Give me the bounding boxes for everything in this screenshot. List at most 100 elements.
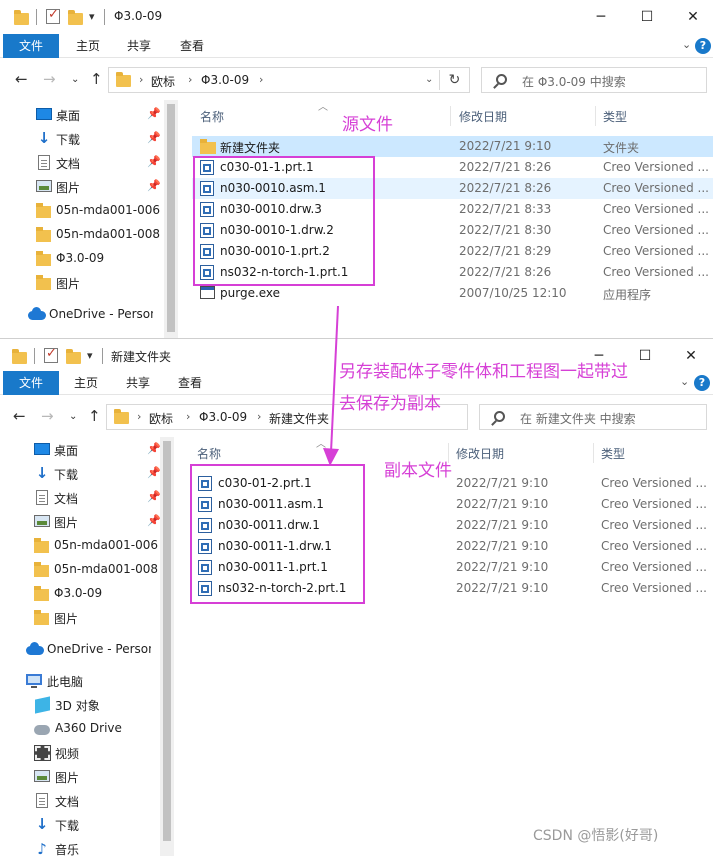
pictures-icon: [36, 180, 52, 192]
up-arrow-icon[interactable]: ↑: [88, 407, 101, 425]
tab-share[interactable]: 共享: [118, 371, 158, 395]
tab-view[interactable]: 查看: [172, 34, 212, 58]
up-arrow-icon[interactable]: ↑: [90, 70, 103, 88]
back-arrow-icon[interactable]: ←: [13, 407, 26, 425]
nav-item-documents[interactable]: 文档 📌: [0, 151, 164, 175]
nav-item-this-pc[interactable]: 此电脑: [0, 669, 164, 693]
nav-item-downloads[interactable]: ↓ 下载: [0, 813, 164, 837]
nav-item-pictures[interactable]: 图片: [0, 765, 164, 789]
nav-item-onedrive[interactable]: OneDrive - Persona: [0, 638, 164, 662]
column-header-name[interactable]: 名称: [200, 108, 224, 125]
nav-item-folder[interactable]: 05n-mda001-008r: [0, 223, 164, 247]
nav-item-label: 音乐: [55, 843, 80, 856]
column-header-type[interactable]: 类型: [603, 108, 627, 125]
tab-home[interactable]: 主页: [66, 371, 106, 395]
tab-home[interactable]: 主页: [68, 34, 108, 58]
forward-arrow-icon[interactable]: →: [41, 407, 54, 425]
customize-toolbar-icon[interactable]: ▾: [89, 10, 95, 23]
recent-locations-icon[interactable]: ⌄: [69, 411, 77, 422]
breadcrumb-item[interactable]: 欧标: [151, 73, 175, 90]
nav-item-documents[interactable]: 文档: [0, 789, 164, 813]
folder-icon: [12, 348, 28, 364]
tab-file[interactable]: 文件: [3, 371, 59, 395]
folder-icon: [36, 275, 51, 290]
nav-item-desktop[interactable]: 桌面 📌: [0, 103, 164, 127]
file-type: Creo Versioned ...: [601, 476, 707, 490]
column-divider[interactable]: [450, 106, 451, 126]
nav-item-folder[interactable]: 05n-mda001-006r: [0, 534, 164, 558]
help-icon[interactable]: ?: [694, 375, 710, 391]
breadcrumb-separator: ›: [188, 73, 193, 86]
column-divider[interactable]: [593, 443, 594, 463]
pin-icon: 📌: [147, 179, 161, 192]
column-header-date[interactable]: 修改日期: [459, 108, 507, 125]
nav-item-documents[interactable]: 文档 📌: [0, 486, 164, 510]
nav-item-desktop[interactable]: 桌面 📌: [0, 438, 164, 462]
nav-item-music[interactable]: ♪ 音乐: [0, 837, 164, 856]
nav-item-label: A360 Drive: [55, 721, 122, 735]
back-arrow-icon[interactable]: ←: [15, 70, 28, 88]
nav-item-3d-objects[interactable]: 3D 对象: [0, 693, 164, 717]
customize-toolbar-icon[interactable]: ▾: [87, 349, 93, 362]
nav-item-pictures[interactable]: 图片 📌: [0, 175, 164, 199]
nav-item-folder[interactable]: 05n-mda001-006r: [0, 199, 164, 223]
file-date: 2022/7/21 8:30: [459, 223, 552, 237]
address-bar[interactable]: › 欧标 › Φ3.0-09 › ⌄ ↻: [108, 67, 470, 93]
breadcrumb-item[interactable]: Φ3.0-09: [199, 410, 247, 424]
nav-item-downloads[interactable]: ↓ 下载 📌: [0, 462, 164, 486]
new-folder-icon[interactable]: [68, 9, 84, 25]
nav-item-downloads[interactable]: ↓ 下载 📌: [0, 127, 164, 151]
nav-item-folder[interactable]: 图片: [0, 271, 164, 295]
file-type: 应用程序: [603, 288, 652, 302]
properties-icon[interactable]: [44, 346, 60, 364]
expand-ribbon-icon[interactable]: ⌄: [680, 375, 689, 388]
new-folder-icon[interactable]: [66, 348, 82, 364]
maximize-button[interactable]: ☐: [622, 339, 668, 373]
column-header-type[interactable]: 类型: [601, 445, 625, 462]
column-header-name[interactable]: 名称: [197, 445, 221, 462]
column-header-date[interactable]: 修改日期: [456, 445, 504, 462]
search-box[interactable]: 在 新建文件夹 中搜索: [479, 404, 707, 430]
nav-item-label: 05n-mda001-006r: [54, 538, 158, 552]
nav-item-pictures[interactable]: 图片 📌: [0, 510, 164, 534]
expand-ribbon-icon[interactable]: ⌄: [682, 38, 691, 51]
nav-item-onedrive[interactable]: OneDrive - Persona: [0, 303, 164, 327]
recent-locations-icon[interactable]: ⌄: [71, 74, 79, 85]
file-date: 2022/7/21 9:10: [456, 560, 549, 574]
scrollbar-thumb[interactable]: [167, 104, 175, 332]
a360-drive-icon: [34, 725, 50, 735]
nav-item-folder[interactable]: 图片: [0, 606, 164, 630]
nav-item-label: 图片: [54, 516, 79, 530]
nav-item-folder[interactable]: 05n-mda001-008r: [0, 558, 164, 582]
tab-view[interactable]: 查看: [170, 371, 210, 395]
properties-icon[interactable]: [46, 7, 62, 25]
nav-scrollbar[interactable]: [164, 100, 178, 338]
folder-icon: [34, 562, 49, 577]
nav-item-videos[interactable]: 视频: [0, 741, 164, 765]
maximize-button[interactable]: ☐: [624, 0, 670, 34]
column-divider[interactable]: [595, 106, 596, 126]
nav-item-a360-drive[interactable]: A360 Drive: [0, 717, 164, 741]
nav-scrollbar[interactable]: [160, 437, 174, 856]
close-button[interactable]: ✕: [670, 0, 713, 34]
file-row[interactable]: purge.exe 2007/10/25 12:10 应用程序: [192, 283, 713, 304]
refresh-icon[interactable]: ↻: [439, 70, 469, 90]
file-type: Creo Versioned ...: [603, 244, 709, 258]
tab-share[interactable]: 共享: [119, 34, 159, 58]
scrollbar-thumb[interactable]: [163, 441, 171, 841]
nav-item-folder[interactable]: Φ3.0-09: [0, 582, 164, 606]
file-row[interactable]: 新建文件夹 2022/7/21 9:10 文件夹: [192, 136, 713, 157]
minimize-button[interactable]: ─: [578, 0, 624, 34]
tab-file[interactable]: 文件: [3, 34, 59, 58]
breadcrumb-item[interactable]: Φ3.0-09: [201, 73, 249, 87]
file-date: 2022/7/21 9:10: [456, 539, 549, 553]
help-icon[interactable]: ?: [695, 38, 711, 54]
forward-arrow-icon[interactable]: →: [43, 70, 56, 88]
nav-item-folder[interactable]: Φ3.0-09: [0, 247, 164, 271]
address-dropdown-icon[interactable]: ⌄: [425, 74, 433, 85]
document-icon: [36, 793, 48, 808]
breadcrumb-item[interactable]: 欧标: [149, 410, 173, 427]
close-button[interactable]: ✕: [668, 339, 713, 373]
search-box[interactable]: 在 Φ3.0-09 中搜索: [481, 67, 707, 93]
file-date: 2022/7/21 9:10: [456, 476, 549, 490]
